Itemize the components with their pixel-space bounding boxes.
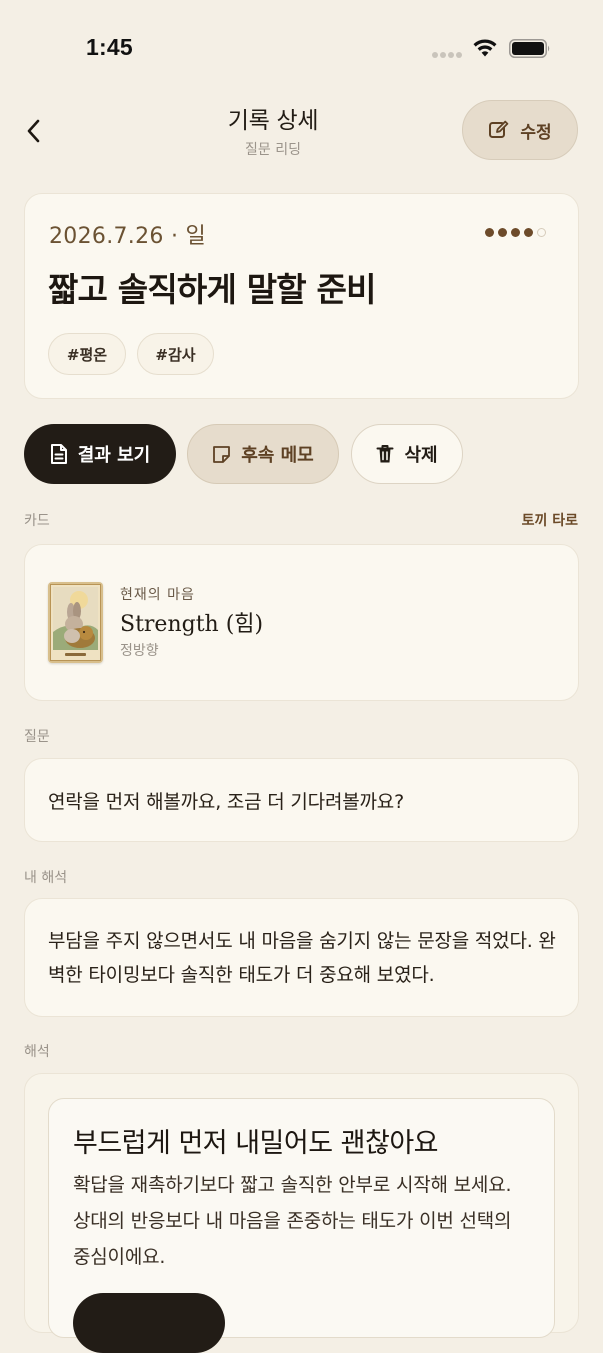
rating-dot [511, 228, 520, 237]
record-date: 2026.7.26 · 일 [49, 224, 207, 249]
interpretation-title: 부드럽게 먼저 내밀어도 괜찮아요 [73, 1128, 439, 1159]
card-orientation: 정방향 [120, 643, 159, 659]
section-label-interpretation: 해석 [24, 1044, 50, 1060]
view-result-button[interactable]: 결과 보기 [24, 424, 176, 484]
tarot-card-thumbnail [48, 582, 103, 663]
my-interpretation-text: 부담을 주지 않으면서도 내 마음을 숨기지 않는 문장을 적었다. 완벽한 타… [48, 930, 556, 986]
rating-dot [524, 228, 533, 237]
question-text: 연락을 먼저 해볼까요, 조금 더 기다려볼까요? [48, 791, 404, 813]
view-result-label: 결과 보기 [77, 445, 151, 466]
section-label-cards: 카드 [24, 513, 50, 529]
tarot-card-item[interactable] [24, 544, 579, 701]
record-title: 짧고 솔직하게 말할 준비 [48, 270, 376, 309]
rating-dot [498, 228, 507, 237]
trash-icon [376, 445, 394, 463]
note-icon [213, 445, 231, 463]
delete-label: 삭제 [404, 445, 438, 466]
delete-button[interactable]: 삭제 [351, 424, 463, 484]
deck-name-link[interactable]: 토끼 타로 [522, 510, 578, 530]
interpretation-body: 확답을 재촉하기보다 짧고 솔직한 안부로 시작해 보세요. 상대의 반응보다 … [73, 1174, 512, 1268]
document-icon [50, 444, 67, 464]
card-name: Strength (힘) [120, 612, 264, 637]
follow-up-memo-button[interactable]: 후속 메모 [187, 424, 339, 484]
battery-icon [509, 39, 550, 58]
cellular-signal-icon [432, 52, 462, 58]
edit-button[interactable]: 수정 [462, 100, 578, 160]
rating-dot [485, 228, 494, 237]
follow-up-memo-label: 후속 메모 [241, 445, 314, 466]
card-position-label: 현재의 마음 [120, 587, 195, 603]
edit-icon [489, 120, 509, 138]
section-label-my-interpretation: 내 해석 [24, 870, 68, 886]
interpretation-action-button[interactable] [73, 1293, 225, 1353]
mood-rating [485, 228, 546, 237]
rating-dot-empty [537, 228, 546, 237]
status-time: 1:45 [86, 34, 133, 60]
tag-chip[interactable]: #감사 [137, 333, 214, 375]
wifi-icon [473, 39, 497, 57]
edit-button-label: 수정 [520, 122, 552, 143]
section-label-question: 질문 [24, 729, 50, 745]
tag-chip[interactable]: #평온 [48, 333, 126, 375]
